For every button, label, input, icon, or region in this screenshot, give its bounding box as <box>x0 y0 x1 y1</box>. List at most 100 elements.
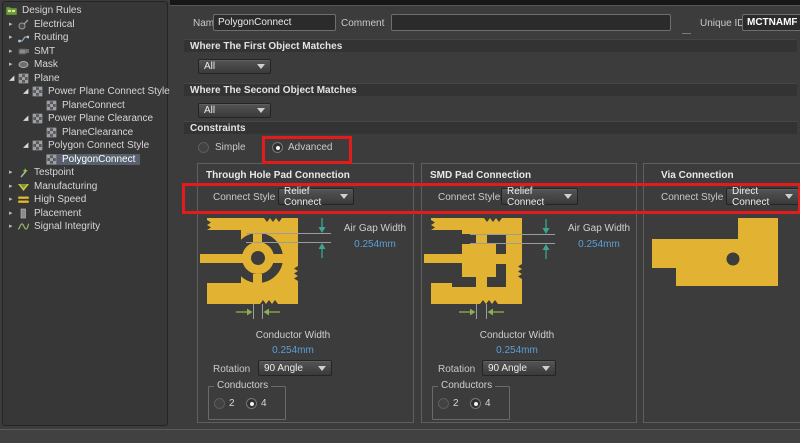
rule-category-icon <box>32 140 43 151</box>
top-divider <box>170 5 800 6</box>
conductors-2-radio[interactable] <box>214 398 225 409</box>
tree-item-label: Placement <box>32 208 83 219</box>
tree-item-electrical[interactable]: ▸ Electrical <box>3 18 167 32</box>
expand-arrow-icon[interactable]: ▸ <box>9 48 18 55</box>
first-match-value: All <box>199 61 257 72</box>
tree-item-mask[interactable]: ▸ Mask <box>3 58 167 72</box>
conductor-width-arrows <box>459 309 504 316</box>
tree-item-planeconnect[interactable]: PlaneConnect <box>3 99 167 113</box>
connect-style-value: Relief Connect <box>279 186 340 208</box>
tree-item-manufacturing[interactable]: ▸ Manufacturing <box>3 180 167 194</box>
mask-icon <box>18 59 29 70</box>
conductors-4-label[interactable]: 4 <box>261 398 267 409</box>
via-direct-connect-preview <box>644 214 800 344</box>
conductor-width-value: 0.254mm <box>203 345 383 356</box>
air-gap-value: 0.254mm <box>336 239 414 250</box>
rotation-select[interactable]: 90 Angle <box>482 360 556 376</box>
tree-item-smt[interactable]: ▸ SMT <box>3 45 167 59</box>
electrical-icon <box>18 19 29 30</box>
expand-arrow-icon[interactable]: ▸ <box>9 196 18 203</box>
smd-pad-panel: SMD Pad Connection Connect Style Relief … <box>421 163 637 423</box>
rotation-select[interactable]: 90 Angle <box>258 360 332 376</box>
through-hole-connect-style-select[interactable]: Relief Connect <box>278 188 354 205</box>
expand-arrow-icon[interactable]: ▸ <box>9 34 18 41</box>
collapse-arrow-icon[interactable]: ◢ <box>23 115 32 122</box>
conductors-2-radio[interactable] <box>438 398 449 409</box>
tree-item-label: Plane <box>32 73 62 84</box>
tree-item-polygon-connect-style[interactable]: ◢ Polygon Connect Style <box>3 139 167 153</box>
chevron-down-icon <box>542 366 550 371</box>
tree-item-label: Routing <box>32 32 70 43</box>
signal-integrity-icon <box>18 221 29 232</box>
expand-arrow-icon[interactable]: ▸ <box>9 169 18 176</box>
expand-arrow-icon[interactable]: ▸ <box>9 183 18 190</box>
expand-arrow-icon[interactable]: ▸ <box>9 223 18 230</box>
tree-item-plane[interactable]: ◢ Plane <box>3 72 167 86</box>
tree-item-label: SMT <box>32 46 57 57</box>
air-gap-value: 0.254mm <box>560 239 638 250</box>
first-match-select[interactable]: All <box>198 59 271 74</box>
via-connect-style-select[interactable]: Direct Connect <box>726 188 799 205</box>
design-rules-folder-icon <box>6 5 17 16</box>
tree-item-label: Manufacturing <box>32 181 99 192</box>
conductors-label: Conductors <box>214 380 271 391</box>
manufacturing-icon <box>18 181 29 192</box>
collapse-arrow-icon[interactable]: ◢ <box>9 75 18 82</box>
tree-item-label: Mask <box>32 59 60 70</box>
tree-item-power-plane-clearance[interactable]: ◢ Power Plane Clearance <box>3 112 167 126</box>
conductors-4-radio[interactable] <box>246 398 257 409</box>
collapse-arrow-icon[interactable]: ◢ <box>23 142 32 149</box>
rules-tree: Design Rules ▸ Electrical ▸ Routing ▸ SM… <box>2 1 168 426</box>
expand-arrow-icon[interactable]: ▸ <box>9 21 18 28</box>
conductors-2-label[interactable]: 2 <box>453 398 459 409</box>
conductors-group: Conductors 2 4 <box>208 386 286 420</box>
tree-item-label: Testpoint <box>32 167 76 178</box>
collapse-arrow-icon[interactable]: ◢ <box>23 88 32 95</box>
rule-category-icon <box>32 113 43 124</box>
connect-style-value: Direct Connect <box>727 186 785 208</box>
advanced-radio[interactable] <box>272 142 283 153</box>
conductors-4-radio[interactable] <box>470 398 481 409</box>
rule-icon <box>46 154 57 165</box>
second-match-select[interactable]: All <box>198 103 271 118</box>
bottom-bar <box>0 429 800 443</box>
simple-radio[interactable] <box>198 142 209 153</box>
rotation-label: Rotation <box>213 364 250 375</box>
advanced-radio-label[interactable]: Advanced <box>288 142 332 153</box>
tree-item-high-speed[interactable]: ▸ High Speed <box>3 193 167 207</box>
chevron-down-icon <box>257 108 265 113</box>
plane-icon <box>18 73 29 84</box>
tree-item-testpoint[interactable]: ▸ Testpoint <box>3 166 167 180</box>
via-panel: Via Connection Connect Style Direct Conn… <box>643 163 800 423</box>
rule-category-icon <box>32 86 43 97</box>
comment-label: Comment <box>341 18 384 29</box>
tree-item-signal-integrity[interactable]: ▸ Signal Integrity <box>3 220 167 234</box>
conductor-width-value: 0.254mm <box>427 345 607 356</box>
smd-connect-style-select[interactable]: Relief Connect <box>501 188 578 205</box>
simple-radio-label[interactable]: Simple <box>215 142 246 153</box>
chevron-down-icon <box>785 194 793 199</box>
pcb-rules-dialog: Design Rules ▸ Electrical ▸ Routing ▸ SM… <box>0 0 800 443</box>
unique-id-input[interactable] <box>742 14 800 31</box>
tree-item-planeclearance[interactable]: PlaneClearance <box>3 126 167 140</box>
placement-icon <box>18 208 29 219</box>
comment-input[interactable] <box>391 14 671 31</box>
tree-item-power-plane-connect-style[interactable]: ◢ Power Plane Connect Style <box>3 85 167 99</box>
conductors-label: Conductors <box>438 380 495 391</box>
tree-item-routing[interactable]: ▸ Routing <box>3 31 167 45</box>
conductors-2-label[interactable]: 2 <box>229 398 235 409</box>
second-match-value: All <box>199 105 257 116</box>
rule-icon <box>46 127 57 138</box>
tree-item-placement[interactable]: ▸ Placement <box>3 207 167 221</box>
expand-arrow-icon[interactable]: ▸ <box>9 210 18 217</box>
tree-item-design-rules[interactable]: Design Rules <box>3 4 167 18</box>
tree-item-label: High Speed <box>32 194 88 205</box>
name-input[interactable] <box>213 14 336 31</box>
expand-arrow-icon[interactable]: ▸ <box>9 61 18 68</box>
tree-item-polygonconnect-selected[interactable]: PolygonConnect <box>3 153 167 167</box>
rotation-value: 90 Angle <box>483 363 542 374</box>
air-gap-arrows <box>543 219 550 259</box>
second-match-header: Where The Second Object Matches <box>184 83 797 96</box>
conductors-4-label[interactable]: 4 <box>485 398 491 409</box>
conductors-group: Conductors 2 4 <box>432 386 510 420</box>
